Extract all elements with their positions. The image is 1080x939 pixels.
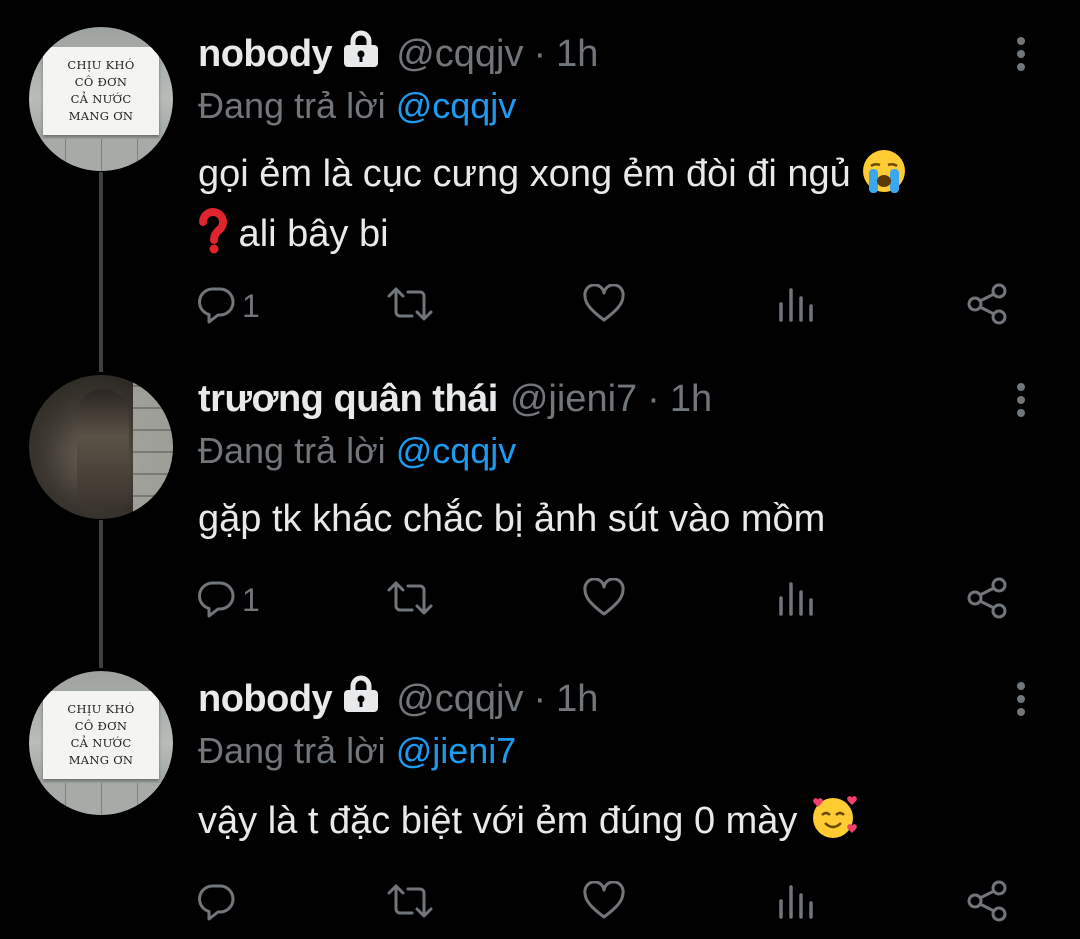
tweet[interactable]: CHỊU KHÓ CÔ ĐƠN CẢ NƯỚC MANG ƠN nobody @…	[0, 0, 1080, 335]
reply-icon	[196, 881, 236, 926]
avatar-sign-line: MANG ƠN	[68, 109, 134, 123]
action-bar: 1	[0, 282, 1080, 331]
avatar-sign-line: CHỊU KHÓ	[67, 58, 135, 72]
views-icon	[776, 284, 816, 329]
replying-to-label: Đang trả lời	[198, 85, 396, 126]
avatar-sign-paper: CHỊU KHÓ CÔ ĐƠN CẢ NƯỚC MANG ƠN	[43, 47, 159, 135]
tweet-header: nobody @cqqjv · 1h	[198, 29, 598, 79]
reply-count: 1	[242, 581, 260, 618]
timestamp[interactable]: 1h	[556, 677, 598, 721]
reply-button[interactable]: 1	[196, 284, 260, 328]
avatar[interactable]: CHỊU KHÓ CÔ ĐƠN CẢ NƯỚC MANG ƠN	[29, 671, 173, 815]
separator-dot: ·	[533, 33, 547, 75]
timestamp[interactable]: 1h	[556, 32, 598, 76]
share-button[interactable]	[965, 576, 1009, 625]
views-button[interactable]	[776, 284, 816, 328]
avatar[interactable]	[29, 375, 173, 519]
share-button[interactable]	[965, 879, 1009, 928]
conversation-thread: CHỊU KHÓ CÔ ĐƠN CẢ NƯỚC MANG ƠN nobody @…	[0, 0, 1080, 939]
retweet-button[interactable]	[385, 284, 435, 328]
avatar-tiles	[29, 139, 173, 171]
views-button[interactable]	[776, 578, 816, 622]
views-icon	[776, 578, 816, 623]
reply-button[interactable]: 1	[196, 578, 260, 622]
avatar-background	[133, 375, 173, 519]
tweet-text-line: vậy là t đặc biệt với ẻm đúng 0 mày	[198, 800, 798, 842]
like-icon	[582, 282, 626, 329]
avatar-sign-line: CẢ NƯỚC	[70, 736, 132, 750]
like-icon	[582, 879, 626, 926]
tweet[interactable]: CHỊU KHÓ CÔ ĐƠN CẢ NƯỚC MANG ƠN nobody @…	[0, 665, 1080, 939]
avatar-sign-line: CÔ ĐƠN	[74, 75, 128, 89]
user-handle[interactable]: @jieni7	[510, 377, 637, 421]
avatar-sign-line: CẢ NƯỚC	[70, 92, 132, 106]
separator-dot: ·	[647, 378, 660, 420]
like-button[interactable]	[582, 282, 626, 329]
user-handle[interactable]: @cqqjv	[396, 677, 523, 721]
tweet-text: gặp tk khác chắc bị ảnh sút vào mồm	[198, 493, 1018, 545]
avatar[interactable]: CHỊU KHÓ CÔ ĐƠN CẢ NƯỚC MANG ƠN	[29, 27, 173, 171]
tweet-header: trương quân thái @jieni7 · 1h	[198, 377, 712, 421]
reply-button[interactable]	[196, 881, 242, 925]
reply-icon	[196, 578, 236, 623]
tweet-header: nobody @cqqjv · 1h	[198, 674, 598, 724]
crying-face-icon	[861, 148, 907, 208]
share-icon	[965, 879, 1009, 928]
replying-to: Đang trả lời @cqqjv	[198, 82, 516, 130]
reply-icon	[196, 284, 236, 329]
retweet-icon	[385, 578, 435, 623]
red-question-mark-icon	[198, 208, 228, 268]
tweet-text-line: gọi ẻm là cục cưng xong ẻm đòi đi ngủ	[198, 153, 851, 195]
replying-to-label: Đang trả lời	[198, 730, 396, 771]
share-button[interactable]	[965, 282, 1009, 331]
avatar-sign-line: MANG ƠN	[68, 753, 134, 767]
like-button[interactable]	[582, 576, 626, 623]
reply-mention-link[interactable]: @jieni7	[396, 730, 517, 771]
like-icon	[582, 576, 626, 623]
views-icon	[776, 881, 816, 926]
reply-count: 1	[242, 287, 260, 324]
display-name[interactable]: trương quân thái	[198, 377, 498, 421]
replying-to: Đang trả lời @jieni7	[198, 727, 516, 775]
tweet-text-line: gặp tk khác chắc bị ảnh sút vào mồm	[198, 498, 826, 540]
lock-icon	[340, 29, 382, 79]
tweet-text: vậy là t đặc biệt với ẻm đúng 0 mày	[198, 793, 1018, 855]
replying-to: Đang trả lời @cqqjv	[198, 427, 516, 475]
retweet-button[interactable]	[385, 578, 435, 622]
display-name[interactable]: nobody	[198, 32, 333, 76]
smiling-face-with-hearts-icon	[808, 793, 858, 855]
tweet-text-line: ali bây bi	[228, 213, 389, 255]
replying-to-label: Đang trả lời	[198, 430, 396, 471]
reply-mention-link[interactable]: @cqqjv	[396, 85, 517, 126]
action-bar: 1	[0, 576, 1080, 625]
tweet[interactable]: trương quân thái @jieni7 · 1h Đang trả l…	[0, 335, 1080, 665]
lock-icon	[340, 674, 382, 724]
user-handle[interactable]: @cqqjv	[396, 32, 523, 76]
views-button[interactable]	[776, 881, 816, 925]
like-button[interactable]	[582, 879, 626, 926]
tweet-text: gọi ẻm là cục cưng xong ẻm đòi đi ngủ al…	[198, 148, 1018, 268]
more-icon[interactable]	[1006, 34, 1036, 74]
reply-mention-link[interactable]: @cqqjv	[396, 430, 517, 471]
action-bar	[0, 879, 1080, 928]
retweet-button[interactable]	[385, 881, 435, 925]
avatar-figure	[77, 389, 129, 509]
separator-dot: ·	[533, 678, 547, 720]
avatar-tiles	[29, 783, 173, 815]
avatar-sign-line: CHỊU KHÓ	[67, 702, 135, 716]
more-icon[interactable]	[1006, 679, 1036, 719]
retweet-icon	[385, 881, 435, 926]
timestamp[interactable]: 1h	[670, 377, 712, 421]
share-icon	[965, 282, 1009, 331]
retweet-icon	[385, 284, 435, 329]
avatar-sign-line: CÔ ĐƠN	[74, 719, 128, 733]
more-icon[interactable]	[1006, 380, 1036, 420]
display-name[interactable]: nobody	[198, 677, 333, 721]
share-icon	[965, 576, 1009, 625]
avatar-sign-paper: CHỊU KHÓ CÔ ĐƠN CẢ NƯỚC MANG ƠN	[43, 691, 159, 779]
